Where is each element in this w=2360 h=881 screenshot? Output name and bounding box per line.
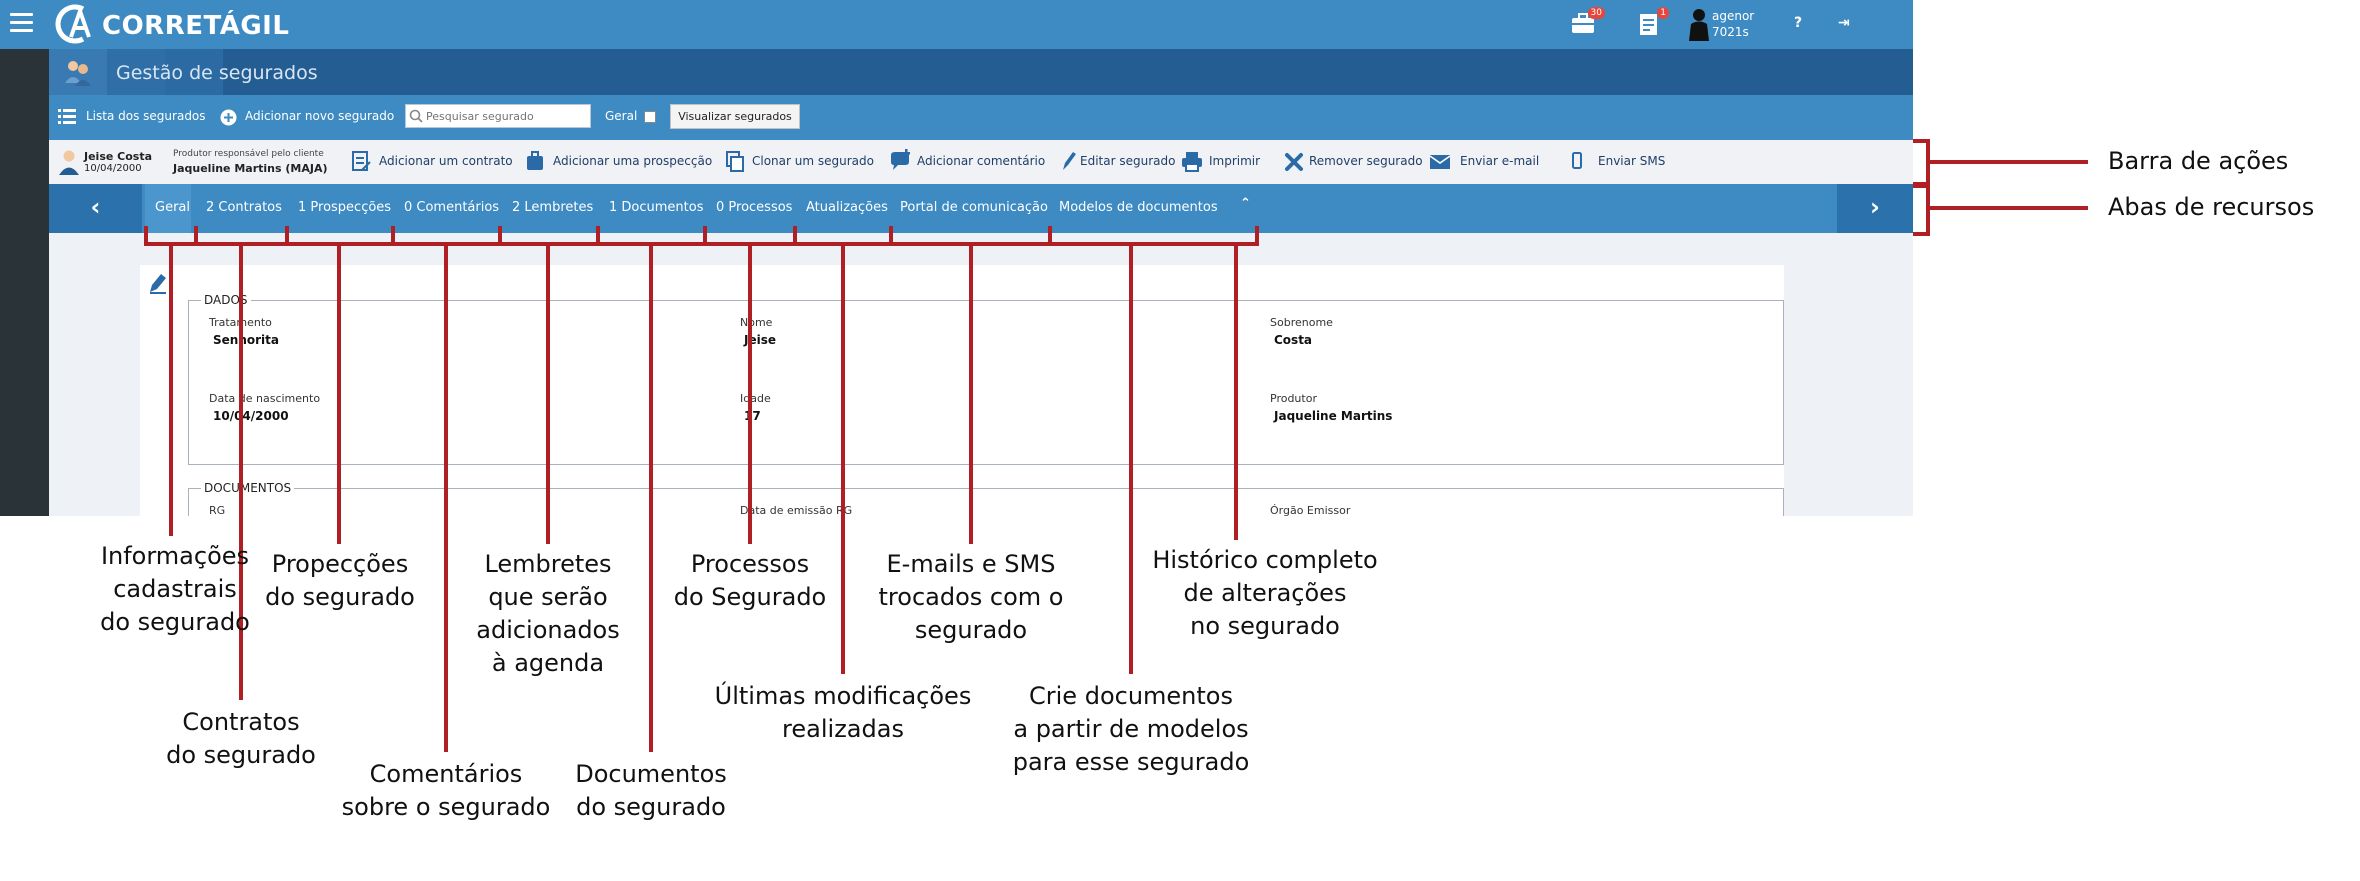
callout-propeccoes: Propecções do segurado	[240, 548, 440, 614]
callout-line: do segurado	[576, 793, 726, 821]
callout-lembretes: Lembretes que serão adicionados à agenda	[448, 548, 648, 680]
callout-line: de alterações	[1183, 579, 1347, 607]
callout-line: Documentos	[575, 760, 727, 788]
callout-line: segurado	[914, 616, 1028, 644]
callout-emails: E-mails e SMS trocados com o segurado	[856, 548, 1086, 647]
callout-line: Propecções	[271, 550, 409, 578]
tabs-underline-bracket	[144, 226, 1259, 246]
callout-crie: Crie documentos a partir de modelos para e…	[1001, 680, 1261, 779]
callout-line: trocados com o	[878, 583, 1064, 611]
callout-comentarios: Comentários sobre o segurado	[326, 758, 566, 824]
callout-abas-recursos: Abas de recursos	[2108, 193, 2315, 221]
callout-line: do segurado	[265, 583, 415, 611]
callout-line: adicionados	[476, 616, 620, 644]
callout-historico: Histórico completo de alterações no segura…	[1135, 544, 1395, 643]
callout-line: Processos	[690, 550, 810, 578]
callout-documentos: Documentos do segurado	[551, 758, 751, 824]
callout-line: Últimas modificações	[714, 682, 972, 710]
callout-line: Comentários	[369, 760, 523, 788]
callout-line: E-mails e SMS	[886, 550, 1056, 578]
callout-barra-acoes: Barra de ações	[2108, 147, 2289, 175]
action-bar-bracket	[1913, 139, 1930, 186]
callout-line: realizadas	[782, 715, 904, 743]
callout-contratos: Contratos do segurado	[141, 706, 341, 772]
callout-line: sobre o segurado	[341, 793, 551, 821]
callout-processos: Processos do Segurado	[650, 548, 850, 614]
tabs-bracket	[1913, 184, 1930, 236]
callout-line: Contratos	[182, 708, 300, 736]
callout-line: Histórico completo	[1152, 546, 1378, 574]
callout-line: para esse segurado	[1012, 748, 1250, 776]
callout-line: que serão	[488, 583, 608, 611]
callout-line: do Segurado	[673, 583, 827, 611]
callout-line: Lembretes	[484, 550, 612, 578]
callout-line: à agenda	[491, 649, 605, 677]
callout-line: Crie documentos	[1029, 682, 1233, 710]
callout-line: no segurado	[1190, 612, 1340, 640]
callout-line: do segurado	[166, 741, 316, 769]
callout-ultimas: Últimas modificações realizadas	[703, 680, 983, 746]
callout-line: a partir de modelos	[1013, 715, 1249, 743]
